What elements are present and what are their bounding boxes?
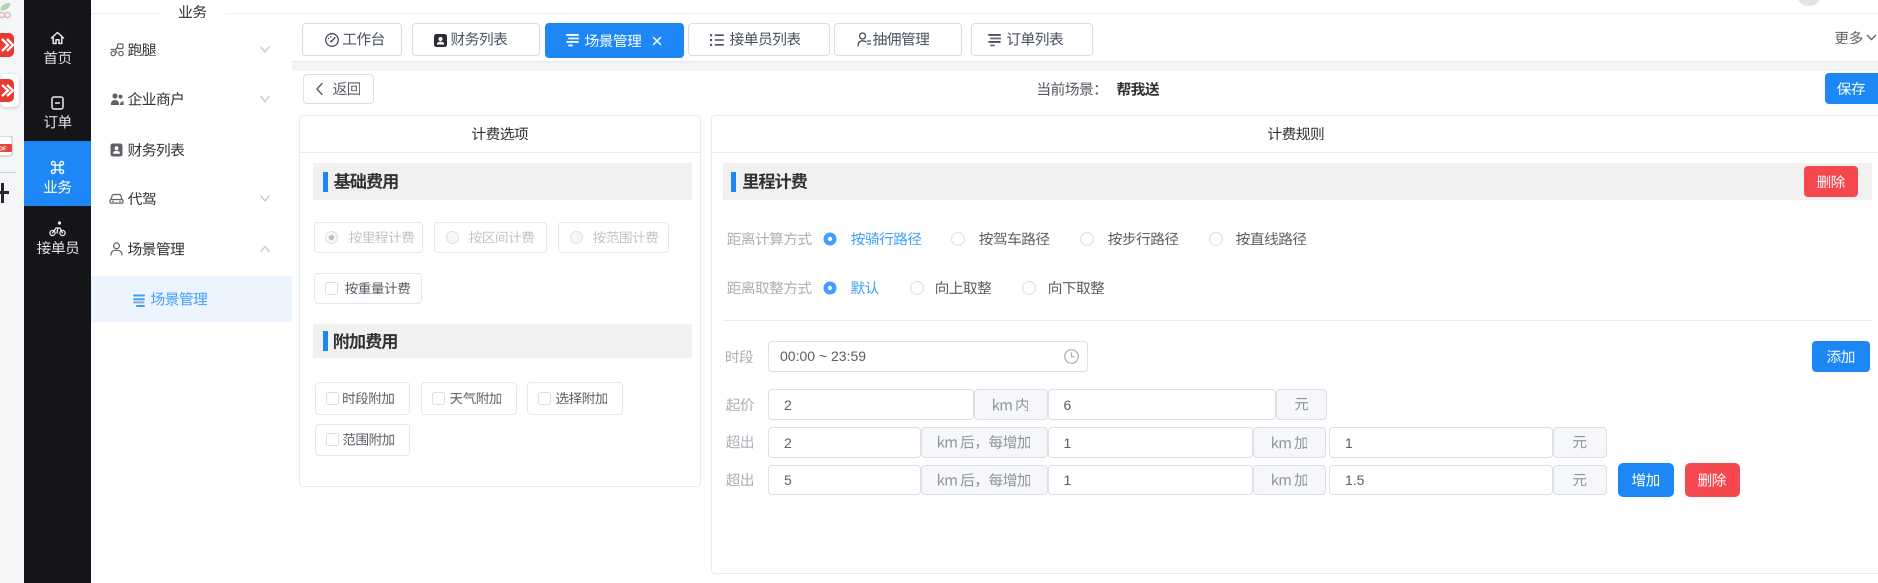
svg-text:DF: DF: [0, 147, 7, 153]
